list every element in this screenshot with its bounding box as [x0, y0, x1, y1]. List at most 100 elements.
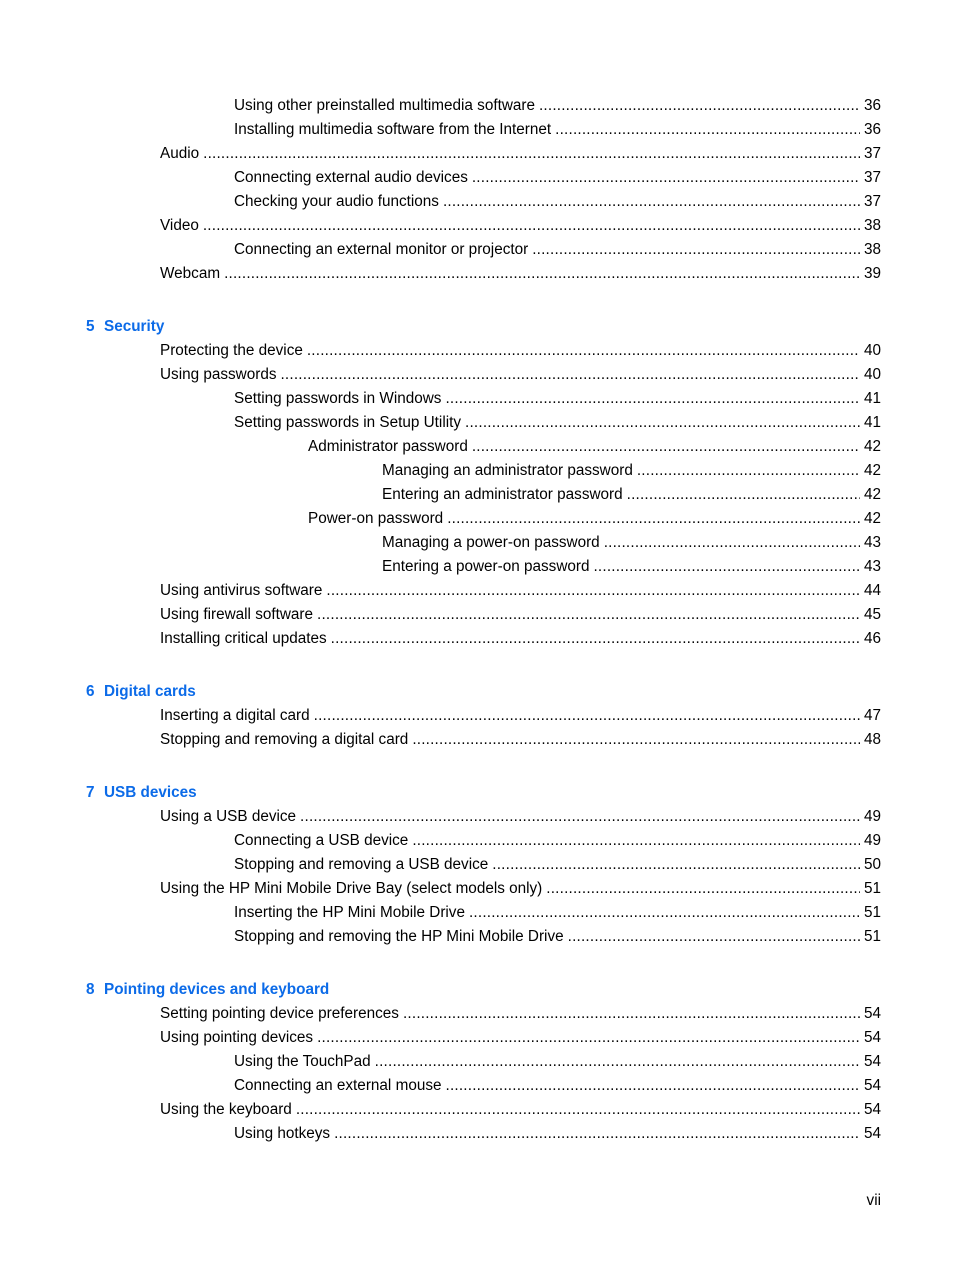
chapter-heading[interactable]: 7 USB devices [0, 781, 954, 805]
toc-entry-page[interactable]: 42 [860, 507, 881, 531]
toc-entry[interactable]: Managing an administrator password 42 [0, 459, 954, 483]
toc-entry-title[interactable]: Using hotkeys [234, 1122, 334, 1146]
toc-entry-page[interactable]: 44 [860, 579, 881, 603]
toc-entry[interactable]: Stopping and removing a USB device 50 [0, 853, 954, 877]
toc-entry-page[interactable]: 42 [860, 435, 881, 459]
toc-entry-page[interactable]: 37 [860, 166, 881, 190]
toc-entry-page[interactable]: 51 [860, 877, 881, 901]
toc-entry-title[interactable]: Using other preinstalled multimedia soft… [234, 94, 539, 118]
toc-entry[interactable]: Using other preinstalled multimedia soft… [0, 94, 954, 118]
toc-entry-title[interactable]: Webcam [160, 262, 224, 286]
toc-entry-page[interactable]: 46 [860, 627, 881, 651]
toc-entry-page[interactable]: 54 [860, 1002, 881, 1026]
toc-entry[interactable]: Stopping and removing the HP Mini Mobile… [0, 925, 954, 949]
toc-entry-title[interactable]: Connecting an external mouse [234, 1074, 446, 1098]
toc-entry-title[interactable]: Stopping and removing a digital card [160, 728, 412, 752]
toc-entry[interactable]: Entering an administrator password 42 [0, 483, 954, 507]
toc-entry-title[interactable]: Inserting the HP Mini Mobile Drive [234, 901, 469, 925]
toc-entry-page[interactable]: 38 [860, 238, 881, 262]
toc-entry-page[interactable]: 41 [860, 411, 881, 435]
toc-entry[interactable]: Setting passwords in Windows 41 [0, 387, 954, 411]
toc-entry-title[interactable]: Inserting a digital card [160, 704, 314, 728]
toc-entry[interactable]: Using the TouchPad 54 [0, 1050, 954, 1074]
toc-entry-page[interactable]: 50 [860, 853, 881, 877]
toc-entry-title[interactable]: Using pointing devices [160, 1026, 317, 1050]
toc-entry-page[interactable]: 49 [860, 829, 881, 853]
chapter-heading[interactable]: 5 Security [0, 315, 954, 339]
toc-entry-page[interactable]: 54 [860, 1074, 881, 1098]
toc-entry-page[interactable]: 42 [860, 483, 881, 507]
toc-entry-title[interactable]: Audio [160, 142, 203, 166]
toc-entry[interactable]: Administrator password 42 [0, 435, 954, 459]
toc-entry-title[interactable]: Administrator password [308, 435, 472, 459]
toc-entry-title[interactable]: Using a USB device [160, 805, 300, 829]
toc-entry-title[interactable]: Connecting an external monitor or projec… [234, 238, 532, 262]
toc-entry[interactable]: Connecting external audio devices 37 [0, 166, 954, 190]
toc-entry[interactable]: Inserting the HP Mini Mobile Drive 51 [0, 901, 954, 925]
toc-entry[interactable]: Using firewall software 45 [0, 603, 954, 627]
toc-entry-page[interactable]: 36 [860, 118, 881, 142]
toc-entry[interactable]: Power-on password 42 [0, 507, 954, 531]
chapter-heading[interactable]: 6 Digital cards [0, 680, 954, 704]
toc-entry[interactable]: Entering a power-on password 43 [0, 555, 954, 579]
toc-entry[interactable]: Using antivirus software 44 [0, 579, 954, 603]
toc-entry[interactable]: Setting passwords in Setup Utility 41 [0, 411, 954, 435]
toc-entry-page[interactable]: 43 [860, 531, 881, 555]
toc-entry-title[interactable]: Managing a power-on password [382, 531, 604, 555]
toc-entry[interactable]: Stopping and removing a digital card 48 [0, 728, 954, 752]
chapter-title[interactable]: Digital cards [104, 680, 196, 704]
toc-entry-page[interactable]: 37 [860, 142, 881, 166]
toc-entry[interactable]: Using hotkeys 54 [0, 1122, 954, 1146]
toc-entry-title[interactable]: Connecting external audio devices [234, 166, 472, 190]
toc-entry[interactable]: Installing multimedia software from the … [0, 118, 954, 142]
toc-entry[interactable]: Setting pointing device preferences 54 [0, 1002, 954, 1026]
toc-entry-page[interactable]: 43 [860, 555, 881, 579]
toc-entry[interactable]: Using the keyboard 54 [0, 1098, 954, 1122]
toc-entry-title[interactable]: Stopping and removing a USB device [234, 853, 492, 877]
toc-entry[interactable]: Installing critical updates 46 [0, 627, 954, 651]
toc-entry-page[interactable]: 54 [860, 1098, 881, 1122]
toc-entry-page[interactable]: 40 [860, 339, 881, 363]
toc-entry-page[interactable]: 40 [860, 363, 881, 387]
toc-entry-title[interactable]: Setting passwords in Setup Utility [234, 411, 465, 435]
toc-entry-page[interactable]: 48 [860, 728, 881, 752]
toc-entry-page[interactable]: 54 [860, 1122, 881, 1146]
toc-entry-page[interactable]: 54 [860, 1026, 881, 1050]
toc-entry-title[interactable]: Checking your audio functions [234, 190, 443, 214]
toc-entry-title[interactable]: Video [160, 214, 203, 238]
toc-entry[interactable]: Video 38 [0, 214, 954, 238]
toc-entry-page[interactable]: 49 [860, 805, 881, 829]
chapter-heading[interactable]: 8 Pointing devices and keyboard [0, 978, 954, 1002]
chapter-title[interactable]: Security [104, 315, 164, 339]
toc-entry-title[interactable]: Managing an administrator password [382, 459, 637, 483]
toc-entry-title[interactable]: Power-on password [308, 507, 447, 531]
toc-entry-page[interactable]: 45 [860, 603, 881, 627]
toc-entry-page[interactable]: 36 [860, 94, 881, 118]
toc-entry-title[interactable]: Setting pointing device preferences [160, 1002, 403, 1026]
toc-entry-page[interactable]: 38 [860, 214, 881, 238]
toc-entry-page[interactable]: 42 [860, 459, 881, 483]
toc-entry-title[interactable]: Using firewall software [160, 603, 317, 627]
chapter-title[interactable]: Pointing devices and keyboard [104, 978, 329, 1002]
toc-entry-page[interactable]: 51 [860, 925, 881, 949]
toc-entry-title[interactable]: Using the HP Mini Mobile Drive Bay (sele… [160, 877, 546, 901]
toc-entry[interactable]: Managing a power-on password 43 [0, 531, 954, 555]
toc-entry-title[interactable]: Installing multimedia software from the … [234, 118, 555, 142]
toc-entry[interactable]: Using the HP Mini Mobile Drive Bay (sele… [0, 877, 954, 901]
toc-entry[interactable]: Audio 37 [0, 142, 954, 166]
toc-entry-page[interactable]: 47 [860, 704, 881, 728]
toc-entry[interactable]: Connecting an external monitor or projec… [0, 238, 954, 262]
toc-entry-title[interactable]: Using the keyboard [160, 1098, 296, 1122]
toc-entry-title[interactable]: Using antivirus software [160, 579, 326, 603]
chapter-title[interactable]: USB devices [104, 781, 197, 805]
toc-entry-title[interactable]: Setting passwords in Windows [234, 387, 445, 411]
toc-entry-title[interactable]: Entering a power-on password [382, 555, 593, 579]
toc-entry-title[interactable]: Using the TouchPad [234, 1050, 375, 1074]
toc-entry[interactable]: Using a USB device 49 [0, 805, 954, 829]
toc-entry[interactable]: Protecting the device 40 [0, 339, 954, 363]
toc-entry[interactable]: Inserting a digital card 47 [0, 704, 954, 728]
toc-entry-title[interactable]: Stopping and removing the HP Mini Mobile… [234, 925, 568, 949]
toc-entry[interactable]: Checking your audio functions 37 [0, 190, 954, 214]
toc-entry[interactable]: Connecting a USB device 49 [0, 829, 954, 853]
toc-entry-title[interactable]: Using passwords [160, 363, 280, 387]
